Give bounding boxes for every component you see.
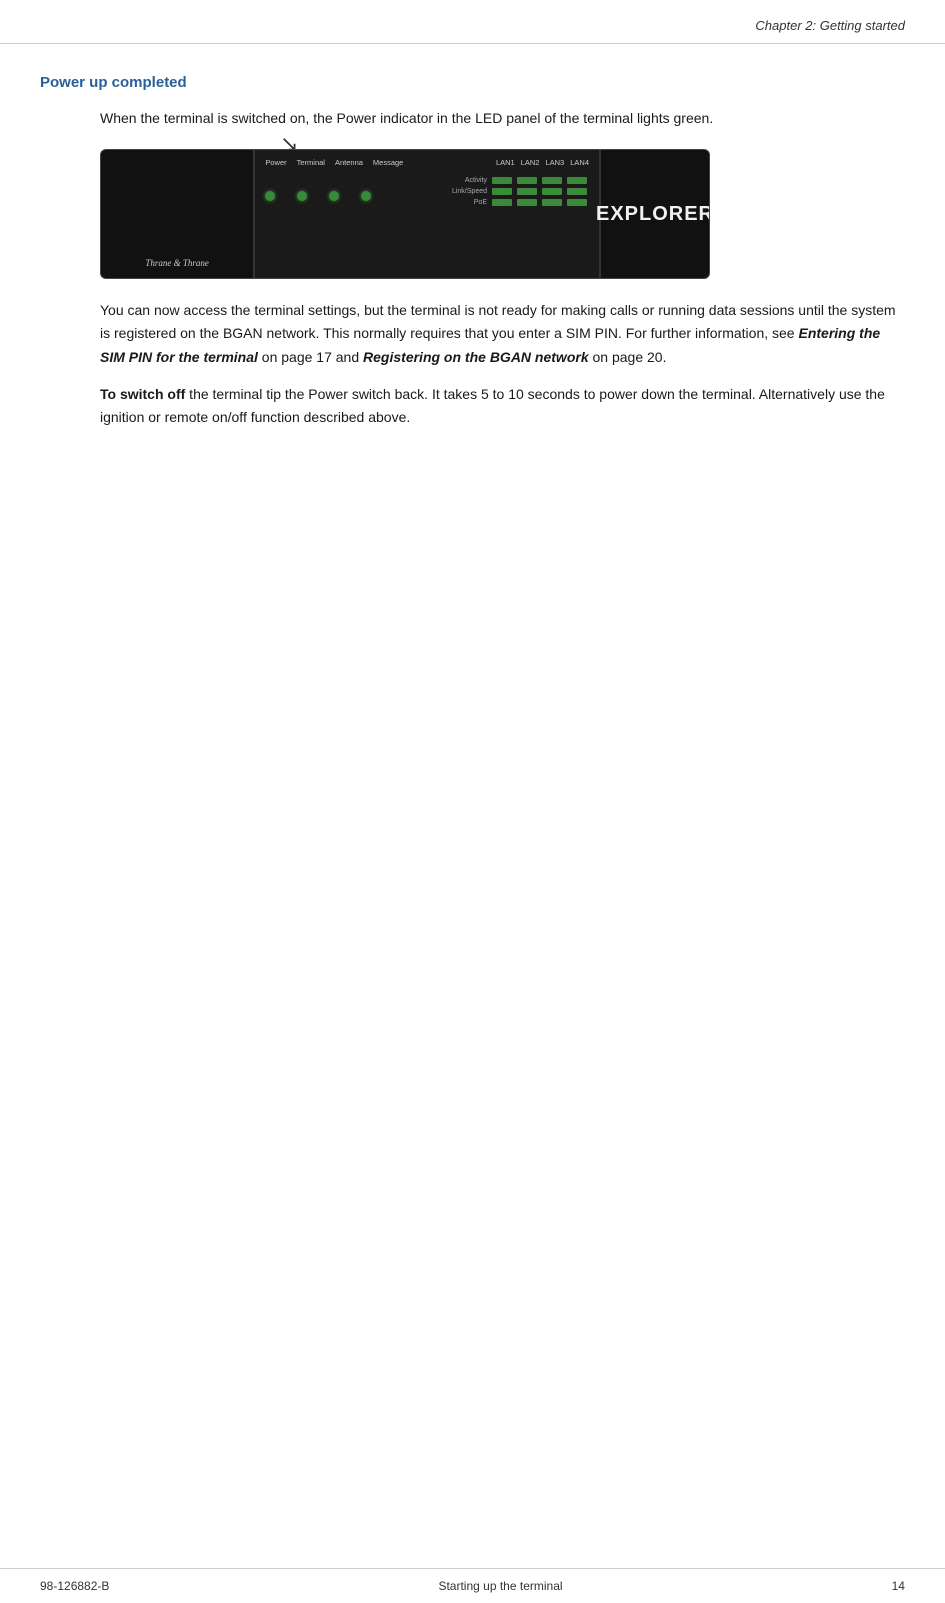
linkspeed-bar-3 bbox=[542, 188, 562, 195]
activity-row: Activity bbox=[441, 177, 589, 184]
led-dot-power bbox=[265, 191, 275, 201]
body-text-1-end: on page 20. bbox=[589, 349, 667, 365]
device-right-panel: EXPLORER bbox=[599, 150, 709, 278]
activity-bars bbox=[492, 177, 589, 184]
bold-switch-off: To switch off bbox=[100, 386, 185, 402]
device-led-panel: Power Terminal Antenna Message LAN1 LAN2… bbox=[255, 150, 599, 278]
poe-bar-1 bbox=[492, 199, 512, 206]
label-lan3: LAN3 bbox=[545, 158, 564, 167]
section-heading: Power up completed bbox=[40, 74, 905, 91]
activity-bar-3 bbox=[542, 177, 562, 184]
poe-row: PoE bbox=[441, 199, 589, 206]
label-poe: PoE bbox=[441, 199, 487, 206]
activity-bar-2 bbox=[517, 177, 537, 184]
activity-bar-1 bbox=[492, 177, 512, 184]
body-text-1-mid: on page 17 and bbox=[258, 349, 363, 365]
device-left-panel: Thrane & Thrane bbox=[101, 150, 255, 278]
brand-logo: Thrane & Thrane bbox=[145, 258, 209, 268]
body-paragraph-2: To switch off the terminal tip the Power… bbox=[100, 383, 905, 429]
label-activity: Activity bbox=[441, 177, 487, 184]
device-illustration: Thrane & Thrane Power Terminal Antenna M… bbox=[100, 149, 710, 279]
intro-paragraph: When the terminal is switched on, the Po… bbox=[100, 107, 905, 129]
label-message: Message bbox=[373, 158, 403, 167]
right-labels: LAN1 LAN2 LAN3 LAN4 bbox=[496, 158, 589, 167]
linkspeed-bar-1 bbox=[492, 188, 512, 195]
chapter-title: Chapter 2: Getting started bbox=[755, 18, 905, 33]
poe-bar-4 bbox=[567, 199, 587, 206]
page-container: Chapter 2: Getting started Power up comp… bbox=[0, 0, 945, 1603]
explorer-label: EXPLORER bbox=[596, 203, 710, 226]
page-header: Chapter 2: Getting started bbox=[0, 0, 945, 44]
led-dot-terminal bbox=[297, 191, 307, 201]
linkspeed-bar-4 bbox=[567, 188, 587, 195]
label-lan1: LAN1 bbox=[496, 158, 515, 167]
footer-page-number: 14 bbox=[892, 1579, 905, 1593]
italic-bold-text-2: Registering on the BGAN network bbox=[363, 349, 589, 365]
label-lan2: LAN2 bbox=[521, 158, 540, 167]
label-terminal: Terminal bbox=[297, 158, 325, 167]
poe-bars bbox=[492, 199, 589, 206]
linkspeed-bars bbox=[492, 188, 589, 195]
poe-bar-2 bbox=[517, 199, 537, 206]
body-text-1-start: You can now access the terminal settings… bbox=[100, 302, 896, 341]
top-labels-row: Power Terminal Antenna Message LAN1 LAN2… bbox=[265, 158, 589, 167]
main-content: Power up completed When the terminal is … bbox=[0, 74, 945, 429]
body-text-2-rest: the terminal tip the Power switch back. … bbox=[100, 386, 885, 425]
activity-bar-4 bbox=[567, 177, 587, 184]
label-power: Power bbox=[265, 158, 286, 167]
label-antenna: Antenna bbox=[335, 158, 363, 167]
label-linkspeed: Link/Speed bbox=[441, 188, 487, 195]
linkspeed-row: Link/Speed bbox=[441, 188, 589, 195]
page-footer: 98-126882-B Starting up the terminal 14 bbox=[0, 1568, 945, 1603]
footer-doc-number: 98-126882-B bbox=[40, 1579, 109, 1593]
linkspeed-bar-2 bbox=[517, 188, 537, 195]
body-paragraph-1: You can now access the terminal settings… bbox=[100, 299, 905, 368]
led-dot-antenna bbox=[329, 191, 339, 201]
device-image-container: ↘ Thrane & Thrane Power Terminal Antenna bbox=[100, 149, 720, 279]
left-labels: Power Terminal Antenna Message bbox=[265, 158, 403, 167]
label-lan4: LAN4 bbox=[570, 158, 589, 167]
poe-bar-3 bbox=[542, 199, 562, 206]
footer-chapter-label: Starting up the terminal bbox=[438, 1579, 562, 1593]
led-dot-message bbox=[361, 191, 371, 201]
